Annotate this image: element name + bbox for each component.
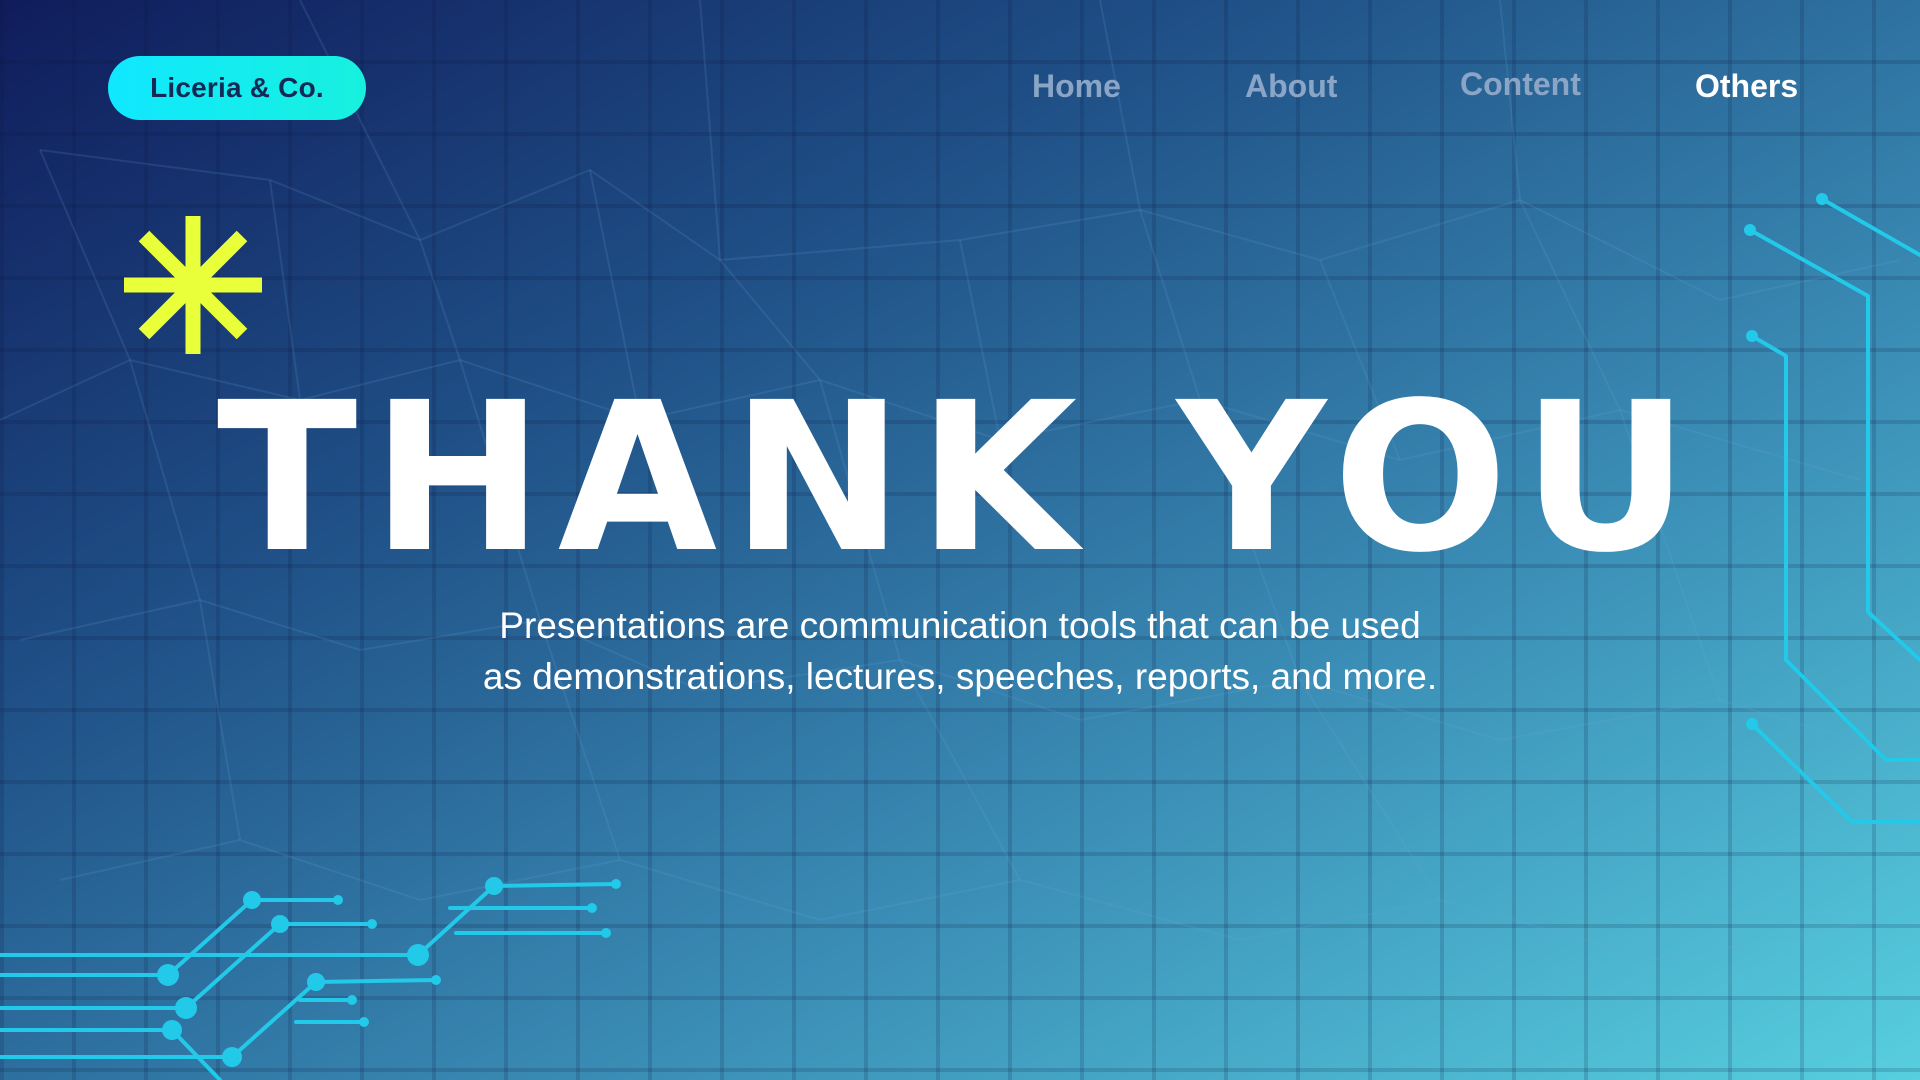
top-navigation: Home About Content Others [0,66,1920,112]
asterisk-icon [124,216,262,354]
nav-item-home[interactable]: Home [1032,68,1121,105]
nav-item-about[interactable]: About [1245,68,1337,105]
hero-subtitle: Presentations are communication tools th… [482,605,1438,697]
nav-item-content[interactable]: Content [1460,66,1581,103]
hero-title: THANK YOU [216,358,1704,598]
nav-item-others[interactable]: Others [1695,68,1798,105]
